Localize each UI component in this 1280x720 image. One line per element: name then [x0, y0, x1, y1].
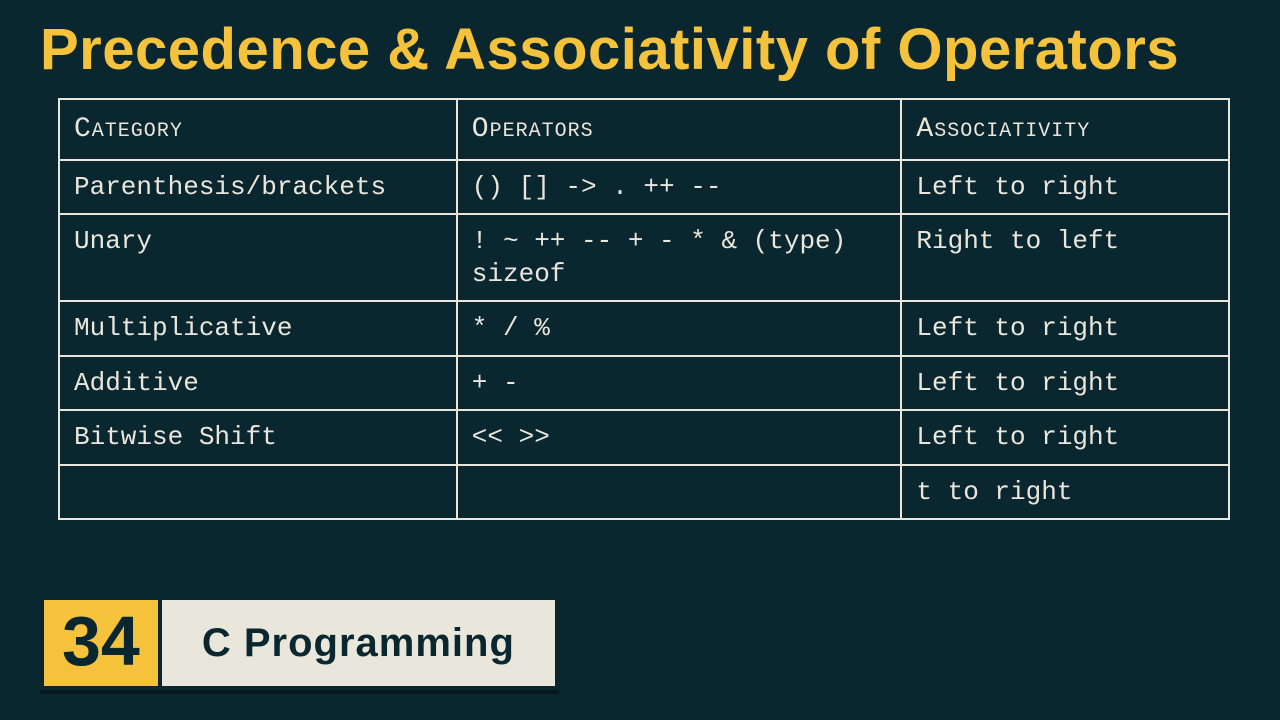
page-title: Precedence & Associativity of Operators [0, 0, 1280, 90]
table-row: Parenthesis/brackets () [] -> . ++ -- Le… [59, 160, 1229, 215]
cell-category: Bitwise Shift [59, 410, 457, 465]
precedence-table-wrap: Category Operators Associativity Parenth… [58, 98, 1230, 521]
cell-assoc: Left to right [901, 356, 1229, 411]
cell-assoc: Left to right [901, 410, 1229, 465]
cell-assoc: Right to left [901, 214, 1229, 301]
lesson-number: 34 [40, 596, 158, 690]
cell-operators: << >> [457, 410, 902, 465]
cell-category: Unary [59, 214, 457, 301]
table-row: t to right [59, 465, 1229, 520]
lesson-label: C Programming [158, 596, 559, 690]
table-row: Additive + - Left to right [59, 356, 1229, 411]
cell-operators: () [] -> . ++ -- [457, 160, 902, 215]
table-header-row: Category Operators Associativity [59, 99, 1229, 160]
col-header-operators: Operators [457, 99, 902, 160]
table-row: Multiplicative * / % Left to right [59, 301, 1229, 356]
precedence-table: Category Operators Associativity Parenth… [58, 98, 1230, 521]
cell-assoc: t to right [901, 465, 1229, 520]
table-row: Unary ! ~ ++ -- + - * & (type) sizeof Ri… [59, 214, 1229, 301]
col-header-associativity: Associativity [901, 99, 1229, 160]
cell-category [59, 465, 457, 520]
cell-assoc: Left to right [901, 160, 1229, 215]
cell-category: Additive [59, 356, 457, 411]
cell-operators: * / % [457, 301, 902, 356]
cell-operators [457, 465, 902, 520]
table-row: Bitwise Shift << >> Left to right [59, 410, 1229, 465]
cell-category: Parenthesis/brackets [59, 160, 457, 215]
cell-assoc: Left to right [901, 301, 1229, 356]
cell-category: Multiplicative [59, 301, 457, 356]
col-header-category: Category [59, 99, 457, 160]
cell-operators: + - [457, 356, 902, 411]
cell-operators: ! ~ ++ -- + - * & (type) sizeof [457, 214, 902, 301]
lesson-badge: 34 C Programming [40, 596, 559, 690]
